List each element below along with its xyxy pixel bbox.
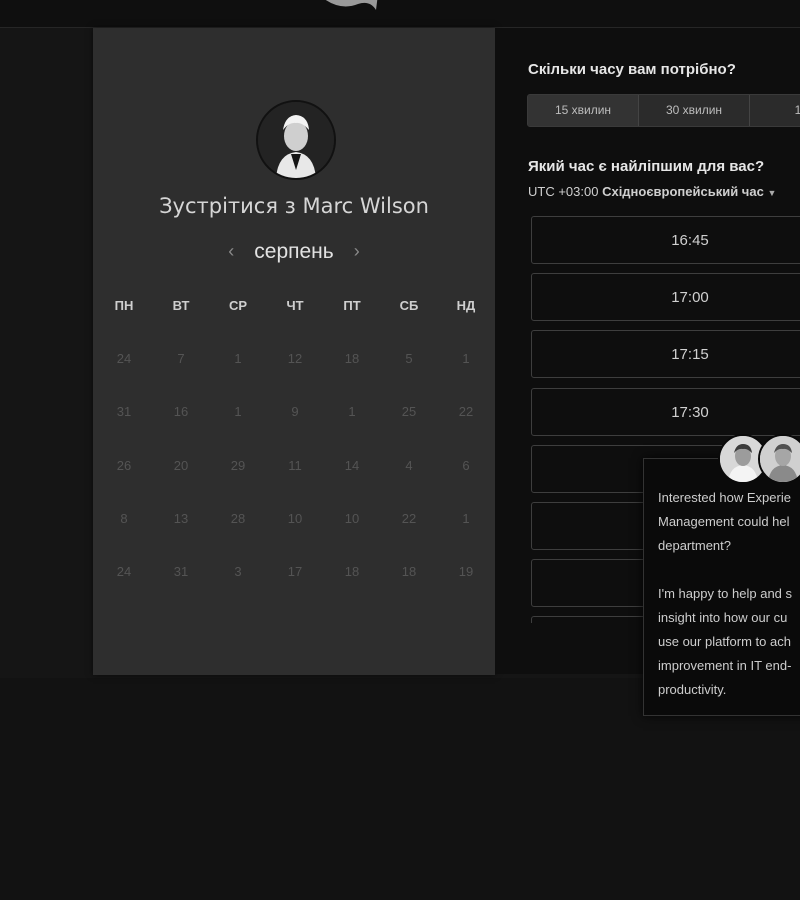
agent-avatar (758, 434, 800, 484)
weekday-label: СБ (399, 298, 419, 313)
calendar-day[interactable]: 11 (270, 458, 320, 473)
weekday-label: СР (228, 298, 248, 313)
message-line: improvement in IT end- (658, 658, 792, 673)
message-line: Interested how Experie (658, 490, 791, 505)
chevron-left-icon[interactable]: ‹ (216, 241, 246, 262)
calendar-day[interactable]: 26 (99, 458, 149, 473)
weekday-label: ПТ (343, 298, 361, 313)
duration-option[interactable]: 30 хвилин (639, 95, 750, 126)
time-question: Який час є найліпшим для вас? (528, 158, 765, 175)
calendar-day[interactable]: 22 (441, 404, 491, 419)
calendar-day[interactable]: 5 (384, 351, 434, 366)
message-line: department? (658, 538, 731, 553)
message-line: use our platform to ach (658, 634, 791, 649)
calendar-day[interactable]: 18 (327, 564, 377, 579)
calendar-day[interactable]: 13 (156, 511, 206, 526)
logo-icon (325, 0, 378, 10)
calendar-day[interactable]: 7 (156, 351, 206, 366)
calendar-day[interactable]: 10 (270, 511, 320, 526)
timezone-selector[interactable]: UTC +03:00 Східноєвропейський час ▼ (528, 184, 776, 199)
duration-question: Скільки часу вам потрібно? (528, 61, 736, 78)
calendar-day[interactable]: 18 (384, 564, 434, 579)
time-slot[interactable]: 17:15 (531, 330, 800, 378)
host-avatar (256, 100, 336, 180)
duration-option[interactable]: 15 хвилин (528, 95, 639, 126)
time-slot[interactable]: 16:45 (531, 216, 800, 264)
calendar-day[interactable]: 1 (327, 404, 377, 419)
meeting-title: Зустрітися з Marc Wilson (159, 194, 429, 218)
weekday-label: ПН (114, 298, 134, 313)
timezone-name: Східноєвропейський час (602, 184, 764, 199)
caret-down-icon: ▼ (767, 188, 777, 198)
timezone-offset: UTC +03:00 (528, 184, 599, 199)
weekday-label: НД (456, 298, 476, 313)
calendar-day[interactable]: 12 (270, 351, 320, 366)
calendar-day[interactable]: 17 (270, 564, 320, 579)
calendar-day[interactable]: 1 (213, 351, 263, 366)
calendar-day[interactable]: 22 (384, 511, 434, 526)
calendar-day[interactable]: 20 (156, 458, 206, 473)
calendar-day[interactable]: 29 (213, 458, 263, 473)
duration-option[interactable]: 1 го (750, 95, 800, 126)
calendar-day[interactable]: 3 (213, 564, 263, 579)
message-line: I'm happy to help and s (658, 586, 793, 601)
calendar-day[interactable]: 1 (213, 404, 263, 419)
calendar-day[interactable]: 10 (327, 511, 377, 526)
duration-selector: 15 хвилин 30 хвилин 1 го (527, 94, 800, 127)
month-label: серпень (254, 240, 334, 263)
calendar-day[interactable]: 24 (99, 351, 149, 366)
calendar-day[interactable]: 1 (441, 351, 491, 366)
calendar-day[interactable]: 1 (441, 511, 491, 526)
chat-popup-message: Interested how Experie Management could … (658, 486, 800, 726)
weekday-label: ЧТ (286, 298, 304, 313)
weekday-label: ВТ (172, 298, 190, 313)
time-slot[interactable]: 17:30 (531, 388, 800, 436)
calendar-day[interactable]: 28 (213, 511, 263, 526)
calendar-day[interactable]: 24 (99, 564, 149, 579)
calendar-day[interactable]: 4 (384, 458, 434, 473)
calendar-day[interactable]: 8 (99, 511, 149, 526)
message-line: insight into how our cu (658, 610, 788, 625)
calendar-day[interactable]: 19 (441, 564, 491, 579)
calendar-day[interactable]: 31 (99, 404, 149, 419)
chevron-right-icon[interactable]: › (342, 241, 372, 262)
top-bar (0, 0, 800, 28)
message-line: productivity. (658, 682, 727, 697)
calendar-day[interactable]: 31 (156, 564, 206, 579)
calendar-day[interactable]: 14 (327, 458, 377, 473)
message-line: Management could hel (658, 514, 790, 529)
calendar-day[interactable]: 16 (156, 404, 206, 419)
calendar-day[interactable]: 6 (441, 458, 491, 473)
calendar-day[interactable]: 18 (327, 351, 377, 366)
calendar-day[interactable]: 25 (384, 404, 434, 419)
month-navigation: ‹ серпень › (93, 240, 495, 264)
time-slot[interactable]: 17:00 (531, 273, 800, 321)
calendar-day[interactable]: 9 (270, 404, 320, 419)
